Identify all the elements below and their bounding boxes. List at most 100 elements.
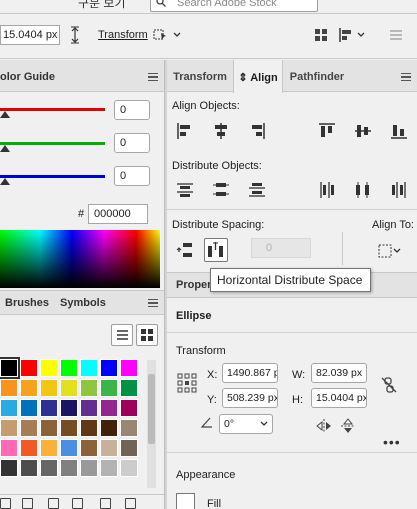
swatch[interactable] xyxy=(60,439,78,457)
swatch[interactable] xyxy=(0,419,18,437)
slider-b-track[interactable] xyxy=(0,175,105,178)
height-field[interactable]: 15.0404 px xyxy=(0,25,60,45)
align-panel-menu-icon[interactable] xyxy=(401,73,411,81)
slider-r-value[interactable]: 0 xyxy=(114,100,150,120)
vertical-align-top-icon[interactable] xyxy=(318,122,336,140)
swatch[interactable] xyxy=(40,459,58,477)
slider-r-track[interactable] xyxy=(0,108,105,111)
slider-g-value[interactable]: 0 xyxy=(114,133,150,153)
new-group-icon[interactable] xyxy=(72,498,83,509)
swatch[interactable] xyxy=(60,419,78,437)
swatch[interactable] xyxy=(80,379,98,397)
swatch[interactable] xyxy=(80,439,98,457)
horizontal-distribute-right-icon[interactable] xyxy=(390,181,408,199)
horizontal-align-center-icon[interactable] xyxy=(212,122,230,140)
list-view-button[interactable] xyxy=(111,324,133,346)
swatch[interactable] xyxy=(40,379,58,397)
swatch[interactable] xyxy=(0,379,18,397)
swatch[interactable] xyxy=(100,419,118,437)
vertical-distribute-top-icon[interactable] xyxy=(176,181,194,199)
swatch[interactable] xyxy=(100,459,118,477)
swatch[interactable] xyxy=(40,399,58,417)
show-kinds-icon[interactable] xyxy=(22,498,33,509)
vertical-align-bottom-icon[interactable] xyxy=(390,122,408,140)
fill-swatch[interactable] xyxy=(176,493,195,509)
swatches-menu-icon[interactable] xyxy=(148,299,158,307)
chevron-down-icon[interactable] xyxy=(172,27,182,43)
slider-b-value[interactable]: 0 xyxy=(114,166,150,186)
grid-view-icon[interactable] xyxy=(348,0,362,6)
horizontal-distribute-space-button[interactable] xyxy=(204,238,228,262)
scrollbar-thumb[interactable] xyxy=(148,374,155,444)
swatch[interactable] xyxy=(20,439,38,457)
swatch[interactable] xyxy=(100,359,118,377)
vertical-align-center-icon[interactable] xyxy=(354,122,372,140)
tab-color-guide[interactable]: olor Guide xyxy=(0,71,55,83)
slider-b-thumb[interactable] xyxy=(0,178,10,185)
slider-g-track[interactable] xyxy=(0,142,105,145)
swatch[interactable] xyxy=(40,359,58,377)
tab-brushes[interactable]: Brushes xyxy=(5,297,49,309)
swatch[interactable] xyxy=(20,419,38,437)
panel-list-icon[interactable] xyxy=(388,27,404,43)
swatch[interactable] xyxy=(0,459,18,477)
swatch[interactable] xyxy=(20,379,38,397)
rotate-field[interactable]: 0° xyxy=(219,414,273,434)
swatch[interactable] xyxy=(0,399,18,417)
swatch[interactable] xyxy=(0,357,20,379)
swatch[interactable] xyxy=(0,439,18,457)
tab-transform[interactable]: Transform xyxy=(167,60,233,92)
x-field[interactable]: 1490.867 p xyxy=(222,363,278,383)
more-options-icon[interactable]: ••• xyxy=(383,434,401,450)
y-field[interactable]: 508.239 px xyxy=(222,388,278,408)
swatch[interactable] xyxy=(60,399,78,417)
constrain-proportions-icon[interactable] xyxy=(380,376,398,394)
tab-align[interactable]: ⇕ Align xyxy=(233,60,283,93)
swatch[interactable] xyxy=(60,459,78,477)
swatch[interactable] xyxy=(120,419,138,437)
swatch[interactable] xyxy=(120,399,138,417)
slider-r-thumb[interactable] xyxy=(0,111,10,118)
swatch[interactable] xyxy=(20,399,38,417)
w-field[interactable]: 82.039 px xyxy=(311,363,367,383)
align-to-selection-icon[interactable] xyxy=(378,242,402,260)
h-field[interactable]: 15.0404 px xyxy=(311,388,367,408)
color-spectrum[interactable] xyxy=(0,230,160,288)
horizontal-align-right-icon[interactable] xyxy=(248,122,266,140)
swatch-library-icon[interactable] xyxy=(0,498,11,509)
swatch[interactable] xyxy=(120,459,138,477)
panel-menu-icon[interactable] xyxy=(148,73,158,81)
align-left-icon[interactable] xyxy=(338,27,354,43)
swatch[interactable] xyxy=(100,439,118,457)
swatch-options-icon[interactable] xyxy=(48,498,59,509)
align-dropdown-chevron-icon[interactable] xyxy=(356,27,366,43)
horizontal-distribute-center-icon[interactable] xyxy=(354,181,372,199)
swatch[interactable] xyxy=(80,399,98,417)
flip-horizontal-icon[interactable] xyxy=(315,417,333,435)
stock-search-input[interactable]: Search Adobe Stock xyxy=(150,0,318,12)
swatch[interactable] xyxy=(40,419,58,437)
slider-g-thumb[interactable] xyxy=(0,145,10,152)
tab-symbols[interactable]: Symbols xyxy=(60,297,106,309)
swatch[interactable] xyxy=(60,359,78,377)
swatch[interactable] xyxy=(120,439,138,457)
hex-value-field[interactable]: 000000 xyxy=(88,204,148,224)
transform-each-icon[interactable] xyxy=(152,27,168,43)
swatch[interactable] xyxy=(40,439,58,457)
swatch[interactable] xyxy=(80,459,98,477)
vertical-distribute-bottom-icon[interactable] xyxy=(248,181,266,199)
horizontal-distribute-left-icon[interactable] xyxy=(318,181,336,199)
swatch[interactable] xyxy=(60,379,78,397)
swatch[interactable] xyxy=(100,379,118,397)
constrain-height-icon[interactable] xyxy=(68,26,82,44)
new-swatch-icon[interactable] xyxy=(100,498,111,509)
transform-link[interactable]: Transform xyxy=(98,29,148,41)
swatch[interactable] xyxy=(80,359,98,377)
delete-swatch-icon[interactable] xyxy=(125,498,136,509)
arrange-icon[interactable] xyxy=(313,27,329,43)
horizontal-align-left-icon[interactable] xyxy=(176,122,194,140)
swatch[interactable] xyxy=(120,379,138,397)
reference-point-icon[interactable] xyxy=(177,373,197,393)
swatch[interactable] xyxy=(20,359,38,377)
swatch-scrollbar[interactable] xyxy=(147,360,156,488)
